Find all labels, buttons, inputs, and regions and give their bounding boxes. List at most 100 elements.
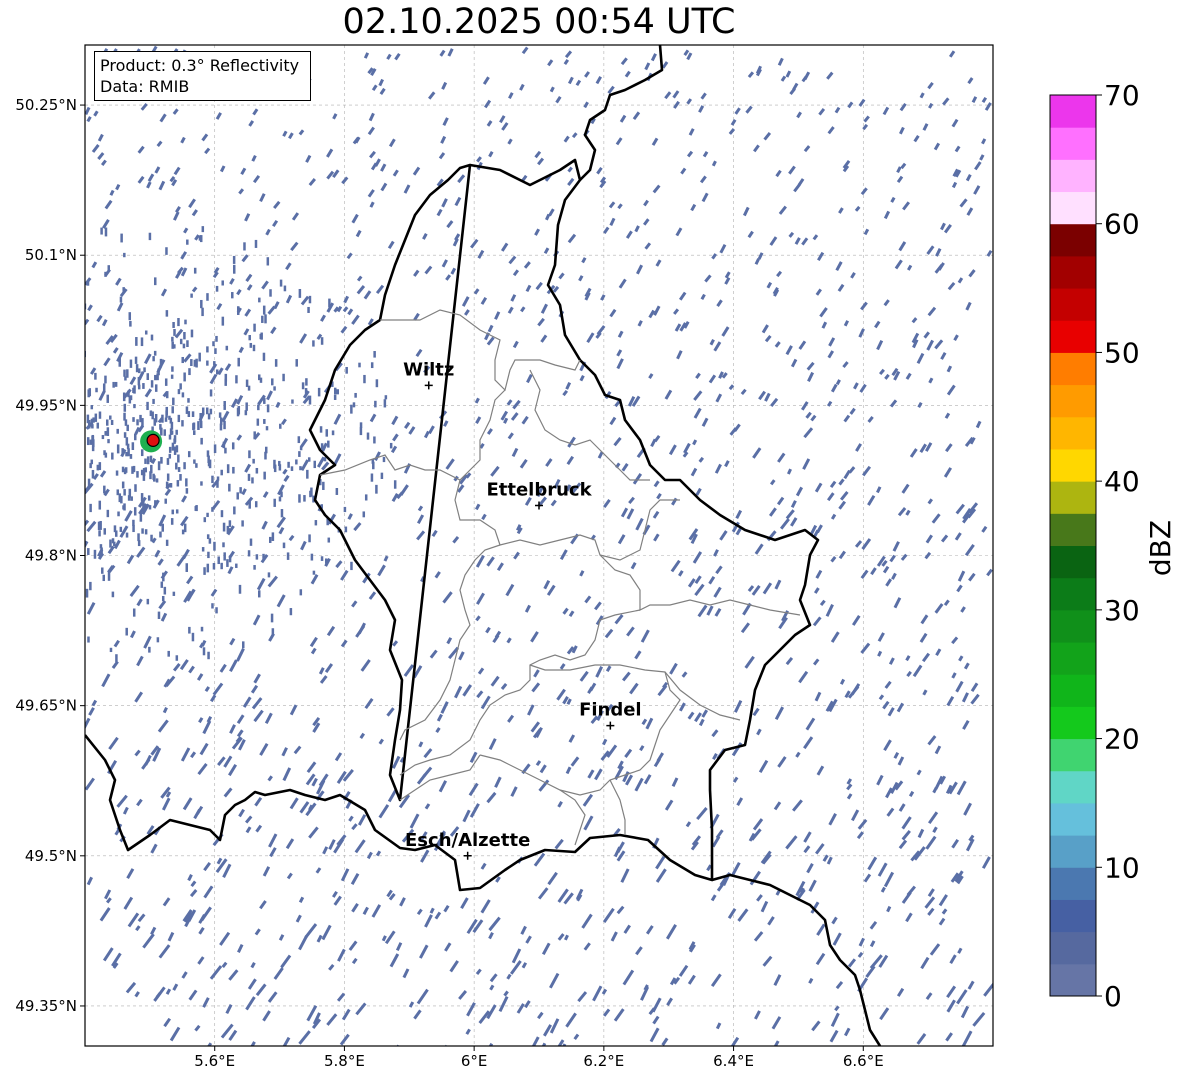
colorbar-tick-label: 40: [1104, 465, 1140, 498]
echo-cell: [216, 479, 219, 488]
echo-cell: [308, 395, 312, 405]
echo-cell: [231, 442, 235, 450]
echo-cell: [320, 443, 324, 450]
echo-cell: [273, 498, 276, 507]
echo-cell: [215, 369, 219, 375]
echo-cell: [203, 567, 206, 575]
city-label: Findel: [579, 700, 642, 721]
echo-cell: [169, 483, 173, 488]
echo-cell: [295, 359, 298, 367]
echo-cell: [31, 431, 34, 439]
echo-cell: [166, 458, 170, 465]
echo-cell: [313, 460, 316, 469]
echo-cell: [45, 570, 48, 575]
colorbar-segment: [1050, 867, 1096, 900]
echo-cell: [173, 446, 177, 455]
echo-cell: [191, 411, 195, 417]
echo-cell: [175, 462, 178, 470]
y-tick-label: 49.5°N: [25, 847, 77, 865]
echo-cell: [273, 464, 277, 473]
echo-cell: [262, 352, 266, 361]
echo-cell: [372, 461, 375, 470]
echo-cell: [253, 431, 256, 440]
echo-cell: [236, 492, 239, 500]
echo-cell: [244, 410, 248, 416]
echo-cell: [121, 481, 125, 489]
echo-cell: [118, 357, 121, 367]
echo-cell: [89, 581, 92, 591]
echo-cell: [111, 452, 114, 460]
echo-cell: [333, 387, 337, 395]
echo-cell: [107, 571, 111, 581]
colorbar-tick-label: 60: [1104, 208, 1140, 241]
echo-cell: [143, 367, 146, 373]
echo-cell: [274, 359, 278, 367]
echo-cell: [223, 401, 226, 410]
echo-cell: [35, 380, 38, 384]
echo-cell: [190, 359, 193, 367]
echo-cell: [91, 469, 95, 479]
echo-cell: [278, 464, 282, 471]
echo-cell: [195, 358, 198, 368]
echo-cell: [206, 534, 210, 540]
echo-cell: [28, 271, 31, 279]
y-tick-label: 50.25°N: [15, 96, 77, 114]
echo-cell: [221, 316, 225, 326]
colorbar-segment: [1050, 706, 1096, 740]
echo-cell: [3, 309, 6, 317]
echo-cell: [373, 436, 376, 444]
echo-cell: [222, 542, 225, 548]
echo-cell: [291, 399, 294, 404]
colorbar-tick-label: 10: [1104, 851, 1140, 884]
echo-cell: [96, 464, 100, 471]
colorbar-segment: [1050, 127, 1096, 160]
echo-cell: [144, 330, 148, 335]
echo-cell: [320, 337, 324, 345]
echo-cell: [66, 326, 69, 330]
echo-cell: [263, 397, 266, 404]
echo-cell: [235, 563, 238, 568]
echo-cell: [10, 301, 13, 309]
x-tick-label: 5.8°E: [324, 1052, 365, 1070]
echo-cell: [201, 307, 204, 317]
echo-cell: [132, 519, 135, 526]
echo-cell: [165, 539, 169, 546]
echo-cell: [135, 337, 138, 346]
echo-cell: [261, 315, 264, 323]
echo-cell: [216, 476, 220, 481]
echo-cell: [366, 432, 370, 440]
echo-cell: [278, 496, 282, 502]
echo-cell: [184, 319, 187, 325]
echo-cell: [280, 491, 283, 498]
echo-cell: [249, 538, 253, 546]
echo-cell: [91, 434, 95, 444]
echo-cell: [133, 385, 136, 394]
echo-cell: [101, 435, 105, 440]
radar-map: 5.6°E 5.8°E 6°E 6.2°E 6.4°E 6.6°E 50.25°N 50.1°…: [0, 44, 1177, 1070]
echo-cell: [279, 279, 283, 287]
city-label: Wiltz: [403, 359, 454, 380]
echo-cell: [206, 563, 210, 573]
echo-cell: [262, 553, 265, 559]
echo-cell: [115, 654, 118, 663]
echo-cell: [107, 265, 111, 272]
data-source-label: Data: RMIB: [100, 77, 190, 96]
echo-cell: [141, 418, 144, 427]
echo-cell: [195, 463, 198, 468]
echo-cell: [270, 613, 274, 623]
echo-cell: [193, 459, 196, 464]
echo-cell: [0, 588, 3, 596]
echo-cell: [19, 295, 22, 303]
echo-cell: [142, 383, 145, 389]
echo-cell: [24, 378, 27, 383]
echo-cell: [265, 426, 269, 431]
echo-cell: [123, 489, 126, 496]
echo-cell: [160, 456, 163, 464]
echo-cell: [119, 296, 123, 303]
echo-cell: [128, 312, 132, 321]
x-tick-label: 6°E: [461, 1052, 488, 1070]
echo-cell: [82, 403, 85, 410]
echo-cell: [146, 598, 150, 605]
echo-cell: [147, 495, 151, 501]
echo-cell: [384, 395, 388, 400]
